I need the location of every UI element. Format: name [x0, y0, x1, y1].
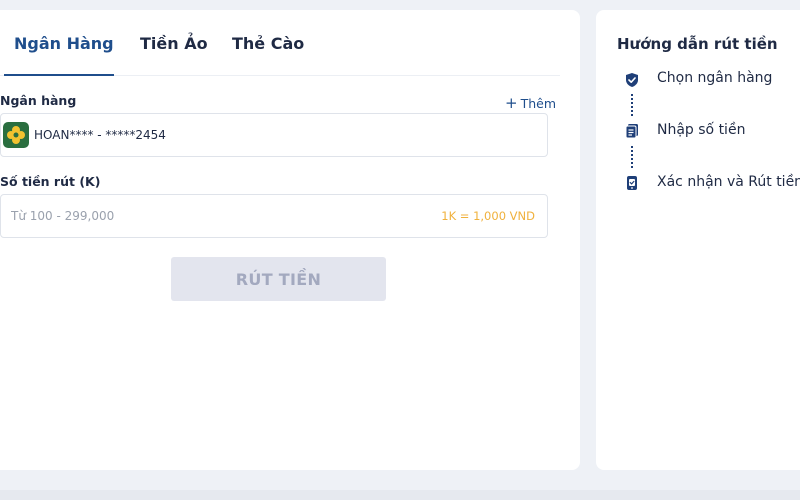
tab-crypto-label: Tiền Ảo: [140, 34, 208, 53]
tab-card-label: Thẻ Cào: [232, 34, 305, 53]
add-bank-label: Thêm: [520, 96, 557, 111]
tab-crypto[interactable]: Tiền Ảo: [140, 32, 208, 76]
amount-field-label: Số tiền rút (K): [0, 174, 101, 189]
guide-title: Hướng dẫn rút tiền: [617, 35, 778, 53]
step-connector: [631, 146, 633, 168]
plus-icon: +: [505, 94, 518, 112]
withdraw-page: Ngân Hàng Tiền Ảo Thẻ Cào Ngân hàng + Thê…: [0, 0, 800, 500]
active-tab-underline: [4, 74, 114, 76]
bank-select[interactable]: HOAN**** - *****2454: [0, 113, 548, 157]
bank-field-label: Ngân hàng: [0, 93, 77, 108]
guide-step-1: Chọn ngân hàng: [657, 70, 773, 86]
withdraw-button[interactable]: RÚT TIỀN: [171, 257, 386, 301]
guide-step-2: Nhập số tiền: [657, 122, 746, 138]
tab-bank-label: Ngân Hàng: [14, 34, 114, 53]
rate-hint: 1K = 1,000 VND: [441, 209, 535, 223]
method-tabs: Ngân Hàng Tiền Ảo Thẻ Cào: [0, 32, 560, 76]
add-bank-button[interactable]: + Thêm: [505, 94, 556, 112]
tab-bank[interactable]: Ngân Hàng: [14, 32, 114, 76]
phone-confirm-icon: [624, 175, 640, 191]
amount-field[interactable]: 1K = 1,000 VND: [0, 194, 548, 238]
selected-bank-account: HOAN**** - *****2454: [34, 128, 166, 142]
page-footer-strip: [0, 490, 800, 500]
shield-check-icon: [624, 72, 640, 88]
document-icon: [624, 123, 640, 139]
tab-card[interactable]: Thẻ Cào: [232, 32, 304, 76]
withdraw-form-card: Ngân Hàng Tiền Ảo Thẻ Cào Ngân hàng + Thê…: [0, 10, 580, 470]
guide-step-3: Xác nhận và Rút tiền: [657, 174, 800, 190]
bank-logo-icon: [3, 122, 29, 148]
step-connector: [631, 94, 633, 116]
